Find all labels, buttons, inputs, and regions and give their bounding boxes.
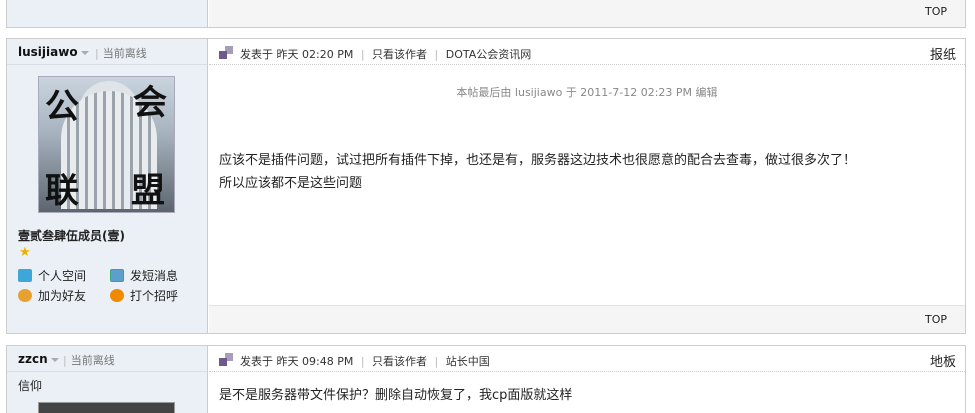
prev-post-footer: TOP — [6, 0, 966, 28]
post-footer: TOP — [209, 305, 965, 333]
profile-link[interactable]: 个人空间 — [18, 267, 86, 284]
post-body: 是不是服务器带文件保护？删除自动恢复了，我cp面版就这样 — [219, 388, 573, 403]
floor-label: 报纸 — [929, 48, 956, 63]
post-zzcn: zzcn | 当前离线 信仰 发表于 昨天 09:48 PM | 只看该作者 | … — [6, 345, 966, 413]
add-friend-icon — [18, 289, 32, 302]
top-link[interactable]: TOP — [925, 5, 947, 18]
avatar[interactable]: 公 会 联 盟 — [38, 76, 175, 213]
chevron-down-icon[interactable] — [80, 50, 89, 55]
author-name[interactable]: zzcn — [18, 352, 59, 366]
star-icon: ★ — [19, 245, 31, 260]
post-main: 发表于 昨天 09:48 PM | 只看该作者 | 站长中国 地板 是不是服务器… — [209, 346, 965, 413]
avatar-char: 盟 — [131, 171, 165, 211]
chevron-down-icon[interactable] — [50, 357, 59, 362]
avatar-char: 会 — [133, 83, 167, 123]
add-friend-link[interactable]: 加为好友 — [18, 287, 86, 304]
author-header: zzcn | 当前离线 — [7, 346, 207, 372]
post-lusijiawo: lusijiawo | 当前离线 公 会 联 盟 壹贰叁肆伍成员(壹) ★ 个人空… — [6, 38, 966, 334]
home-icon — [18, 269, 32, 282]
post-time: 发表于 昨天 09:48 PM — [240, 355, 354, 368]
online-status: | 当前离线 — [63, 354, 115, 367]
post-icon — [219, 353, 233, 366]
post-meta: 发表于 昨天 09:48 PM | 只看该作者 | 站长中国 — [240, 355, 490, 368]
edit-note: 本帖最后由 lusijiawo 于 2011-7-12 02:23 PM 编辑 — [456, 86, 718, 99]
avatar-char: 公 — [45, 87, 79, 127]
post-icon — [219, 46, 233, 59]
online-status: | 当前离线 — [95, 47, 147, 60]
message-icon — [110, 269, 124, 282]
post-header: 发表于 昨天 09:48 PM | 只看该作者 | 站长中国 地板 — [209, 346, 965, 372]
send-message-link[interactable]: 发短消息 — [110, 267, 178, 284]
author-site-link[interactable]: DOTA公会资讯网 — [446, 48, 532, 61]
post-body-line: 应该不是插件问题，试过把所有插件下掉，也还是有，服务器这边技术也很愿意的配合去查… — [219, 153, 857, 168]
avatar-char: 联 — [45, 171, 79, 211]
greet-link[interactable]: 打个招呼 — [110, 287, 178, 304]
user-rank: 壹贰叁肆伍成员(壹) — [18, 229, 125, 243]
author-only-link[interactable]: 只看该作者 — [372, 48, 427, 61]
author-sidebar: lusijiawo | 当前离线 公 会 联 盟 壹贰叁肆伍成员(壹) ★ 个人空… — [7, 39, 208, 333]
user-title: 信仰 — [18, 379, 43, 393]
post-time: 发表于 昨天 02:20 PM — [240, 48, 354, 61]
post-main: 发表于 昨天 02:20 PM | 只看该作者 | DOTA公会资讯网 报纸 本… — [209, 39, 965, 333]
prev-post-main: TOP — [209, 0, 965, 27]
post-header: 发表于 昨天 02:20 PM | 只看该作者 | DOTA公会资讯网 报纸 — [209, 39, 965, 65]
author-site-link[interactable]: 站长中国 — [446, 355, 490, 368]
post-body-line: 所以应该都不是这些问题 — [219, 176, 363, 191]
top-link[interactable]: TOP — [925, 313, 947, 326]
author-name[interactable]: lusijiawo — [18, 45, 89, 59]
author-only-link[interactable]: 只看该作者 — [372, 355, 427, 368]
greet-icon — [110, 289, 124, 302]
floor-label: 地板 — [929, 355, 956, 370]
author-sidebar: zzcn | 当前离线 信仰 — [7, 346, 208, 413]
post-body: 应该不是插件问题，试过把所有插件下掉，也还是有，服务器这边技术也很愿意的配合去查… — [219, 149, 856, 195]
author-header: lusijiawo | 当前离线 — [7, 39, 207, 65]
prev-post-sidebar — [7, 0, 208, 27]
post-meta: 发表于 昨天 02:20 PM | 只看该作者 | DOTA公会资讯网 — [240, 48, 532, 61]
avatar[interactable] — [38, 402, 175, 413]
